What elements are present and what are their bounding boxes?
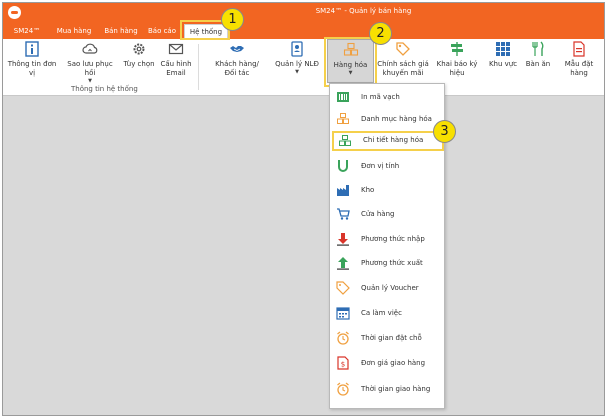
company-info-button[interactable]: Thông tin đơn vị bbox=[5, 41, 59, 78]
svg-text:$: $ bbox=[341, 361, 345, 369]
chevron-down-icon: ▼ bbox=[295, 69, 299, 75]
menu-item-delivery-time[interactable]: Thời gian giao hàng bbox=[330, 380, 444, 400]
menu-item-voucher-management[interactable]: Quản lý Voucher bbox=[330, 279, 444, 299]
customers-partners-button[interactable]: Khách hàng/ Đối tác bbox=[208, 41, 266, 78]
menu-item-delivery-price[interactable]: $ Đơn giá giao hàng bbox=[330, 354, 444, 374]
menu-item-print-barcode[interactable]: In mã vạch bbox=[330, 88, 444, 108]
step-badge-3: 3 bbox=[433, 120, 456, 143]
unit-icon bbox=[336, 159, 350, 173]
goods-dropdown-menu: In mã vạch Danh mục hàng hóa Chi tiết hà… bbox=[329, 83, 445, 409]
menu-item-import-method[interactable]: Phương thức nhập bbox=[330, 230, 444, 250]
menu-item-work-shift[interactable]: Ca làm việc bbox=[330, 304, 444, 324]
arrow-up-icon bbox=[336, 256, 350, 270]
email-config-button[interactable]: Cấu hình Email bbox=[158, 41, 194, 78]
utensils-icon bbox=[530, 41, 546, 57]
title-bar: SM24™ - Quản lý bán hàng bbox=[3, 3, 604, 22]
chevron-down-icon: ▼ bbox=[88, 78, 92, 84]
dollar-doc-icon: $ bbox=[336, 356, 350, 370]
area-button[interactable]: Khu vực bbox=[485, 41, 521, 69]
menu-item-warehouse[interactable]: Kho bbox=[330, 181, 444, 201]
menu-item-goods-detail[interactable]: Chi tiết hàng hóa bbox=[332, 131, 444, 151]
alarm-clock-icon bbox=[336, 331, 350, 345]
envelope-icon bbox=[168, 41, 184, 57]
app-window: SM24™ - Quản lý bán hàng SM24™ Mua hàng … bbox=[2, 2, 605, 416]
menu-item-store[interactable]: Cửa hàng bbox=[330, 205, 444, 225]
price-tag-icon bbox=[395, 41, 411, 57]
tab-sm24[interactable]: SM24™ bbox=[9, 24, 45, 39]
tab-ban-hang[interactable]: Bán hàng bbox=[101, 24, 141, 39]
barcode-icon bbox=[336, 90, 350, 104]
group-separator bbox=[198, 44, 199, 90]
menu-item-export-method[interactable]: Phương thức xuất bbox=[330, 254, 444, 274]
boxes-detail-icon bbox=[338, 134, 352, 148]
ribbon-group-label: Thông tin hệ thống bbox=[71, 85, 138, 93]
menu-item-goods-catalog[interactable]: Danh mục hàng hóa bbox=[330, 110, 444, 130]
info-icon bbox=[24, 41, 40, 57]
employee-management-button[interactable]: Quản lý NLĐ ▼ bbox=[275, 41, 319, 75]
signpost-icon bbox=[449, 41, 465, 57]
grid-icon bbox=[495, 41, 511, 57]
goods-highlight-frame bbox=[324, 37, 377, 87]
arrow-down-icon bbox=[336, 232, 350, 246]
tab-bao-cao[interactable]: Báo cáo bbox=[146, 24, 178, 39]
warehouse-icon bbox=[336, 183, 350, 197]
symbol-declaration-button[interactable]: Khai báo ký hiệu bbox=[430, 41, 484, 78]
alarm-clock-icon bbox=[336, 382, 350, 396]
menu-item-reservation-time[interactable]: Thời gian đặt chỗ bbox=[330, 329, 444, 349]
calendar-icon bbox=[336, 306, 350, 320]
cloud-sync-icon bbox=[82, 41, 98, 57]
boxes-icon bbox=[336, 112, 350, 126]
menu-item-unit[interactable]: Đơn vị tính bbox=[330, 157, 444, 177]
options-button[interactable]: Tùy chọn bbox=[120, 41, 158, 69]
ribbon-tab-bar: SM24™ Mua hàng Bán hàng Báo cáo Hệ thống bbox=[3, 22, 604, 39]
order-form-icon bbox=[571, 41, 587, 57]
cart-icon bbox=[336, 207, 350, 221]
price-promotion-button[interactable]: Chính sách giá khuyến mãi bbox=[377, 41, 429, 78]
id-card-icon bbox=[289, 41, 305, 57]
order-template-button[interactable]: Mẫu đặt hàng bbox=[555, 41, 603, 78]
window-title: SM24™ - Quản lý bán hàng bbox=[315, 7, 412, 15]
step-badge-2: 2 bbox=[369, 22, 392, 45]
tab-mua-hang[interactable]: Mua hàng bbox=[53, 24, 95, 39]
voucher-icon bbox=[336, 281, 350, 295]
gear-icon bbox=[131, 41, 147, 57]
handshake-icon bbox=[229, 41, 245, 57]
ribbon-panel: Thông tin đơn vị Sao lưu phục hồi ▼ Tùy … bbox=[3, 39, 604, 96]
backup-restore-button[interactable]: Sao lưu phục hồi ▼ bbox=[62, 41, 118, 84]
step-badge-1: 1 bbox=[221, 8, 244, 31]
dining-table-button[interactable]: Bàn ăn bbox=[521, 41, 555, 69]
